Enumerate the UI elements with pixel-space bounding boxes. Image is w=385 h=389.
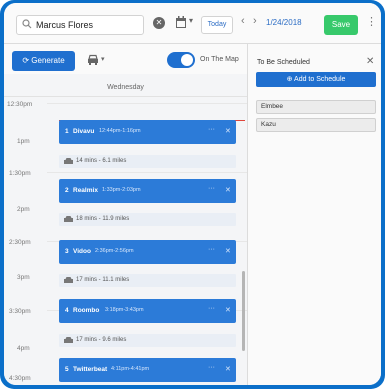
- close-icon[interactable]: ✕: [366, 56, 374, 67]
- close-icon[interactable]: ✕: [225, 306, 231, 314]
- appointment-card[interactable]: 2 Realmix 1:33pm-2:03pm ··· ✕: [59, 179, 236, 203]
- time-label: 3:30pm: [9, 308, 31, 315]
- generate-button[interactable]: ⟳ Generate: [12, 51, 75, 71]
- appointment-time: 3:18pm-3:43pm: [105, 307, 144, 313]
- grid-line: [47, 172, 247, 173]
- close-icon[interactable]: ✕: [225, 247, 231, 255]
- time-label: 4pm: [17, 345, 30, 352]
- stop-number: 5: [65, 366, 69, 373]
- travel-segment: 14 mins - 6.1 miles: [59, 155, 236, 168]
- travel-segment: 17 mins - 9.6 miles: [59, 334, 236, 347]
- search-icon: [22, 19, 32, 29]
- travel-time: 18 mins - 11.9 miles: [76, 216, 130, 222]
- travel-segment: 18 mins - 11.9 miles: [59, 213, 236, 226]
- stop-number: 3: [65, 248, 69, 255]
- appointment-card[interactable]: 4 Roombo 3:18pm-3:43pm ··· ✕: [59, 299, 236, 323]
- time-label: 1pm: [17, 138, 30, 145]
- more-icon[interactable]: ···: [208, 364, 215, 371]
- on-the-map-toggle[interactable]: [167, 52, 195, 68]
- add-icon: ⊕: [286, 76, 295, 83]
- more-options-icon[interactable]: ⋮: [366, 15, 377, 28]
- toggle-knob: [181, 54, 193, 66]
- save-button[interactable]: Save: [324, 15, 358, 35]
- schedule-toolbar: ⟳ Generate ▾ On The Map: [4, 44, 247, 74]
- calendar-icon[interactable]: [175, 16, 187, 29]
- car-icon: [64, 277, 73, 283]
- generate-label: Generate: [31, 56, 65, 65]
- stop-number: 4: [65, 307, 69, 314]
- time-label: 2pm: [17, 206, 30, 213]
- device-frame: Marcus Flores ✕ ▾ Today ‹ › 1/24/2018 Sa…: [0, 0, 385, 389]
- car-icon: [64, 216, 73, 222]
- travel-time: 14 mins - 6.1 miles: [76, 158, 127, 164]
- stop-number: 2: [65, 187, 69, 194]
- more-icon[interactable]: ···: [208, 185, 215, 192]
- appointment-name: Divavu: [73, 128, 95, 135]
- travel-time: 17 mins - 9.6 miles: [76, 337, 127, 343]
- appointment-card[interactable]: 5 Twitterbeat 4:11pm-4:41pm ··· ✕: [59, 358, 236, 382]
- stop-number: 1: [65, 128, 69, 135]
- previous-day-icon[interactable]: ‹: [241, 15, 245, 27]
- appointment-name: Vidoo: [73, 248, 91, 255]
- chevron-down-icon[interactable]: ▾: [189, 16, 193, 25]
- app-screen: Marcus Flores ✕ ▾ Today ‹ › 1/24/2018 Sa…: [4, 3, 381, 385]
- scrollbar[interactable]: [242, 271, 245, 351]
- car-icon: [64, 337, 73, 343]
- refresh-icon: ⟳: [22, 56, 32, 65]
- appointment-card[interactable]: 1 Divavu 12:44pm-1:16pm ··· ✕: [59, 120, 236, 144]
- appointment-time: 2:36pm-2:56pm: [95, 248, 134, 254]
- appointment-name: Twitterbeat: [73, 366, 108, 373]
- more-icon[interactable]: ···: [208, 126, 215, 133]
- appointment-card[interactable]: 3 Vidoo 2:36pm-2:56pm ··· ✕: [59, 240, 236, 264]
- search-input[interactable]: Marcus Flores: [16, 15, 144, 35]
- search-value: Marcus Flores: [36, 20, 94, 30]
- chevron-down-icon[interactable]: ▾: [101, 55, 105, 63]
- clear-search-icon[interactable]: ✕: [153, 17, 165, 29]
- time-label: 12:30pm: [7, 101, 33, 108]
- close-icon[interactable]: ✕: [225, 365, 231, 373]
- more-icon[interactable]: ···: [208, 246, 215, 253]
- car-icon: [64, 158, 73, 164]
- appointment-time: 4:11pm-4:41pm: [111, 366, 150, 372]
- header-bar: Marcus Flores ✕ ▾ Today ‹ › 1/24/2018 Sa…: [4, 3, 381, 44]
- close-icon[interactable]: ✕: [225, 186, 231, 194]
- add-to-schedule-button[interactable]: ⊕ Add to Schedule: [256, 72, 376, 87]
- appointment-name: Roombo: [73, 307, 100, 314]
- appointment-time: 1:33pm-2:03pm: [102, 187, 141, 193]
- time-label: 4:30pm: [9, 375, 31, 382]
- time-label: 2:30pm: [9, 239, 31, 246]
- appointment-time: 12:44pm-1:16pm: [99, 128, 141, 134]
- time-label: 1:30pm: [9, 170, 31, 177]
- car-icon[interactable]: [87, 54, 99, 65]
- travel-time: 17 mins - 11.1 miles: [76, 277, 130, 283]
- panel-title: To Be Scheduled: [257, 59, 310, 66]
- travel-segment: 17 mins - 11.1 miles: [59, 274, 236, 287]
- time-label: 3pm: [17, 274, 30, 281]
- appointment-name: Realmix: [73, 187, 98, 194]
- add-to-schedule-label: Add to Schedule: [294, 76, 346, 83]
- to-be-scheduled-panel: To Be Scheduled ✕ ⊕ Add to Schedule Elmb…: [247, 44, 381, 385]
- unscheduled-item[interactable]: Elmbee: [256, 100, 376, 114]
- unscheduled-item[interactable]: Kazu: [256, 118, 376, 132]
- on-the-map-label: On The Map: [200, 56, 239, 63]
- more-icon[interactable]: ···: [208, 305, 215, 312]
- grid-line: [47, 103, 247, 104]
- close-icon[interactable]: ✕: [225, 127, 231, 135]
- day-header: Wednesday: [107, 84, 144, 91]
- next-day-icon[interactable]: ›: [253, 15, 257, 27]
- current-date[interactable]: 1/24/2018: [266, 18, 302, 27]
- today-button[interactable]: Today: [201, 16, 233, 34]
